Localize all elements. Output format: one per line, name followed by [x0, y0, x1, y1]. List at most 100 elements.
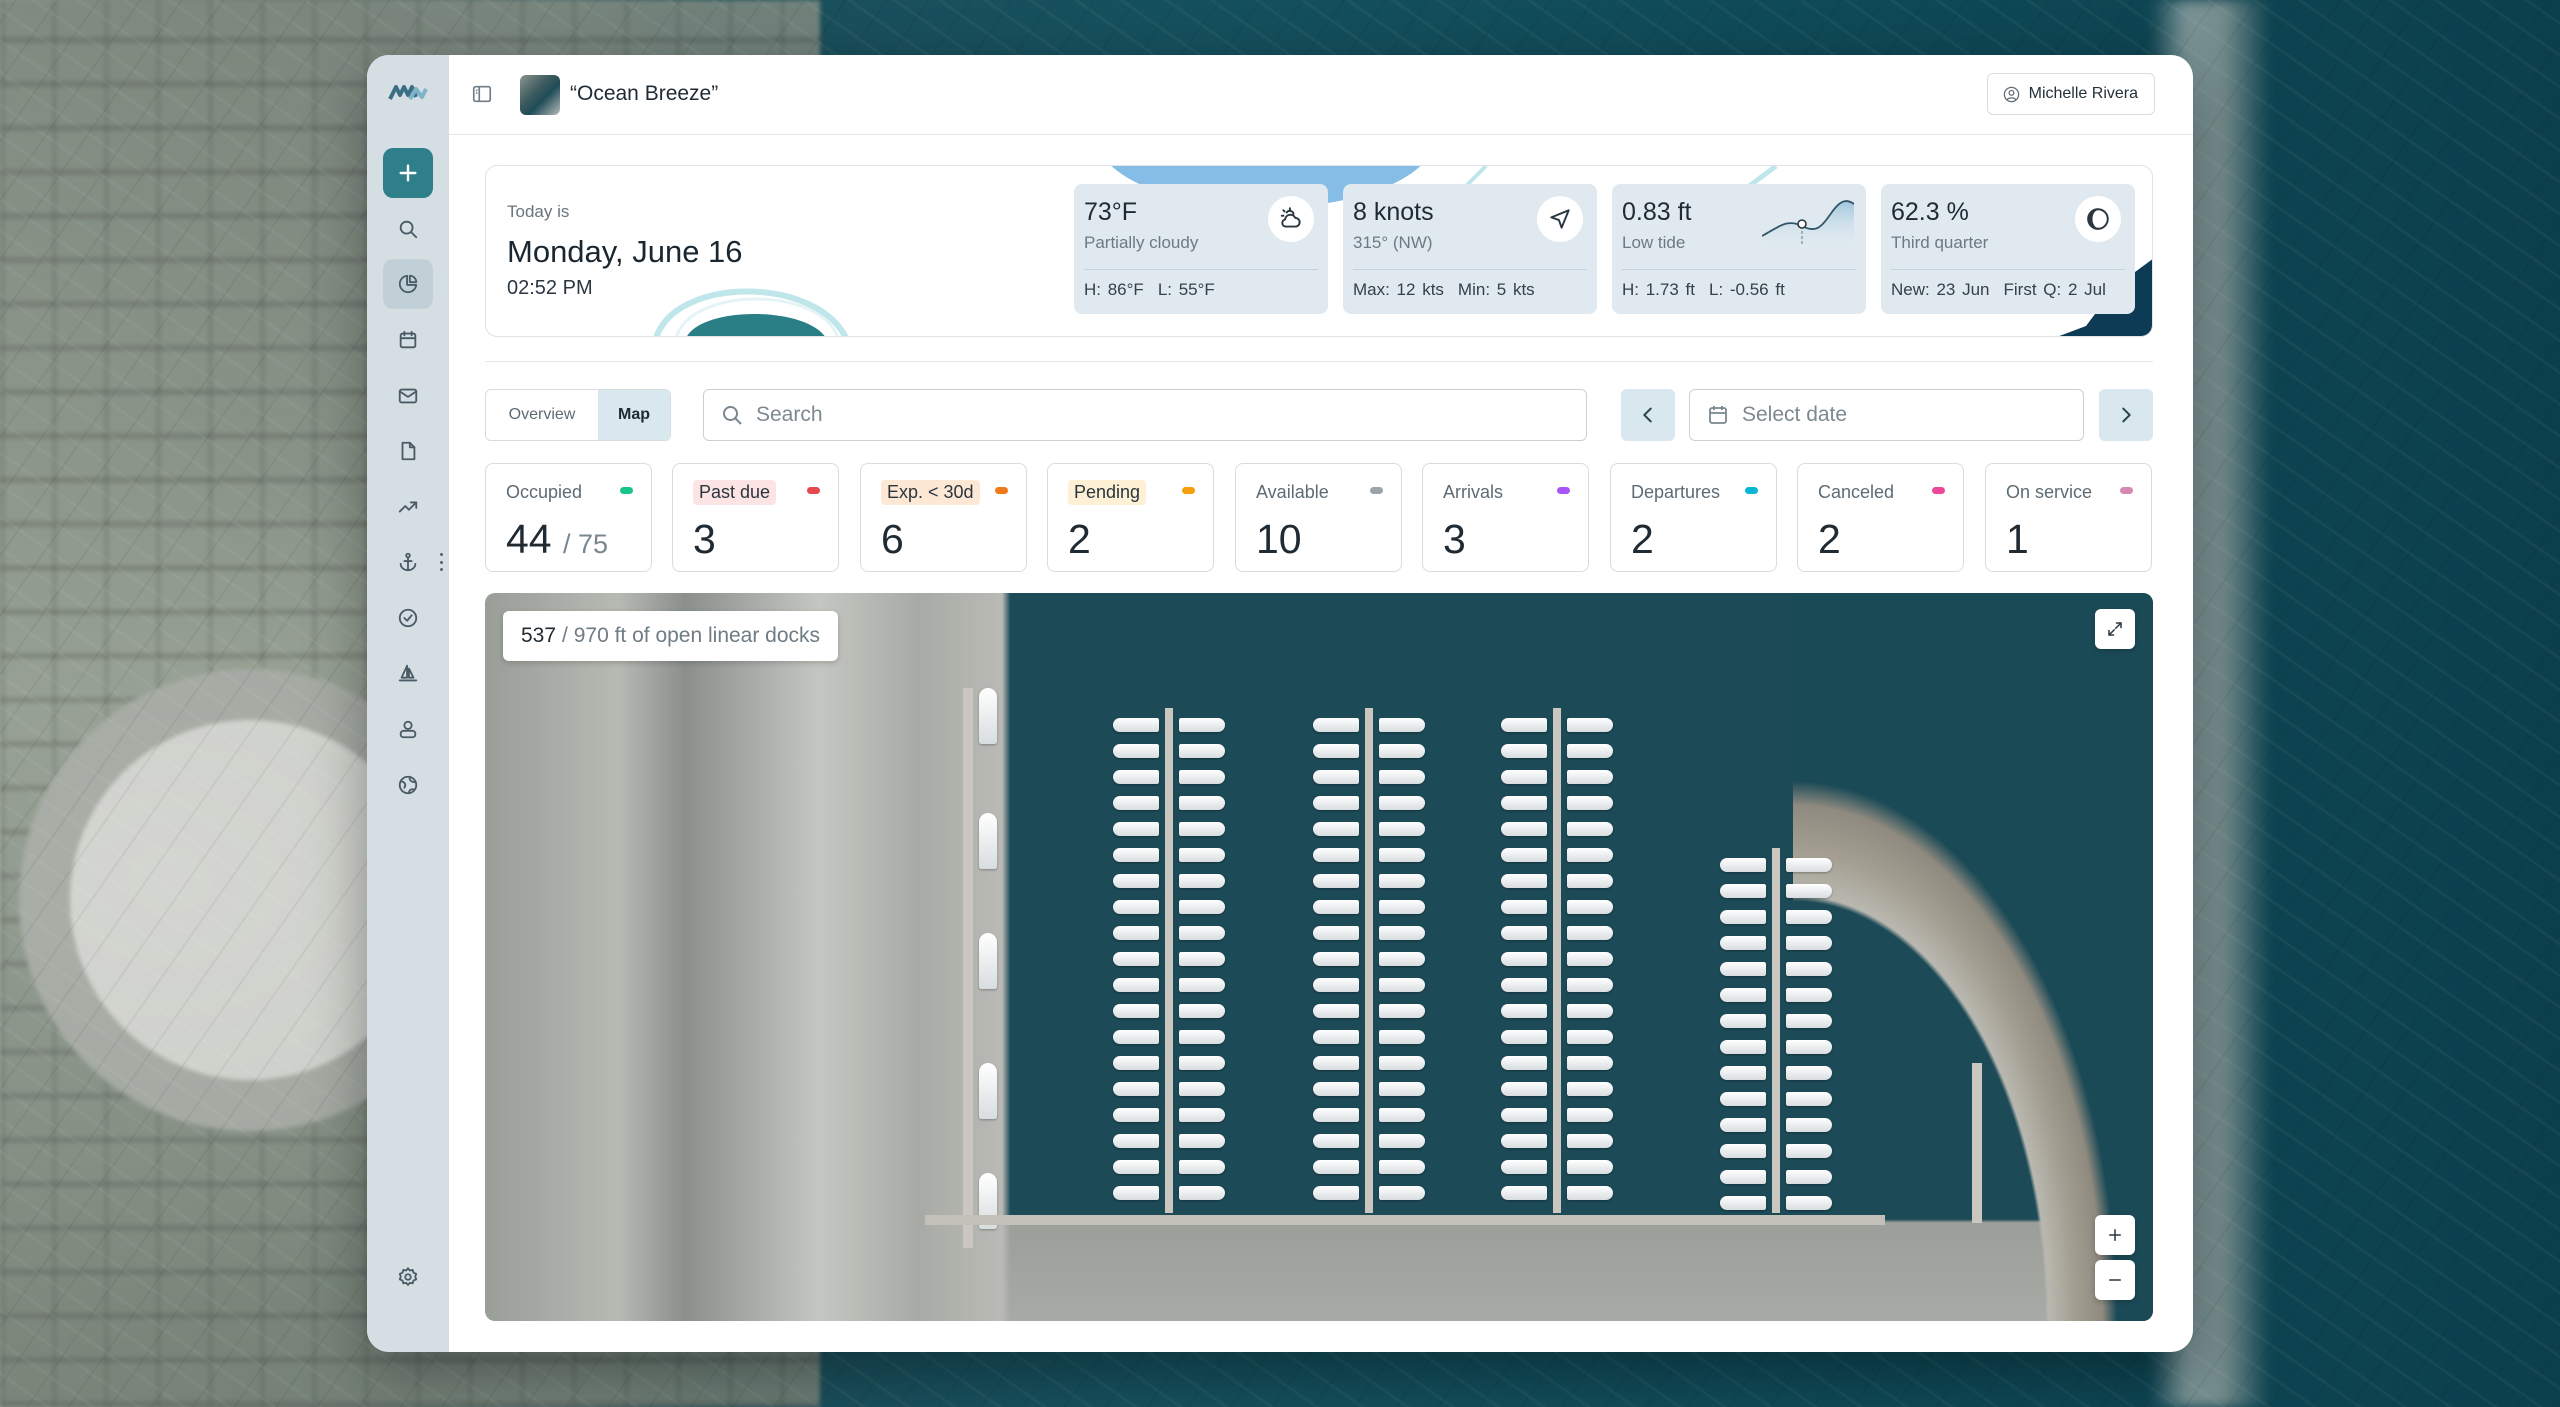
stat-value: 2 [1818, 516, 1841, 562]
sidebar-item-map[interactable] [383, 760, 433, 810]
temperature-high: H: 86°F [1084, 280, 1144, 299]
sidebar-item-berths[interactable] [383, 537, 433, 587]
moored-boat [1567, 1004, 1613, 1018]
stat-label: On service [2006, 482, 2093, 502]
moored-boat [1313, 1082, 1359, 1096]
date-picker-placeholder: Select date [1742, 403, 1848, 426]
zoom-out-button[interactable] [2095, 1260, 2135, 1300]
marina-map[interactable]: 537 / 970 ft of open linear docks [485, 593, 2153, 1321]
sidebar-item-tasks[interactable] [383, 593, 433, 643]
moored-boat [1501, 1004, 1547, 1018]
moored-boat [1313, 822, 1359, 836]
zoom-in-button[interactable] [2095, 1215, 2135, 1255]
moored-boat [1786, 910, 1832, 924]
moored-boat [1179, 1108, 1225, 1122]
moored-boat [1179, 822, 1225, 836]
sidebar-item-dashboard[interactable] [383, 259, 433, 309]
moored-boat [1567, 744, 1613, 758]
moored-boat [1720, 1040, 1766, 1054]
moored-boat [1720, 1170, 1766, 1184]
stat-card-available[interactable]: Available 10 [1235, 463, 1402, 572]
stat-card-canceled[interactable]: Canceled 2 [1797, 463, 1964, 572]
stat-color-dot [1932, 487, 1945, 494]
moored-boat [1313, 770, 1359, 784]
stat-card-past-due[interactable]: Past due 3 [672, 463, 839, 572]
today-time: 02:52 PM [507, 277, 593, 299]
moored-boat [1720, 1118, 1766, 1132]
new-button[interactable] [383, 148, 433, 198]
sidebar-item-vessels[interactable] [383, 649, 433, 699]
today-card: Today is Monday, June 16 02:52 PM 73°F P… [485, 165, 2153, 337]
previous-date-button[interactable] [1621, 389, 1675, 441]
stat-card-expiring[interactable]: Exp. < 30d 6 [860, 463, 1027, 572]
sidebar-toggle-button[interactable] [471, 83, 493, 105]
weather-tide-card: 0.83 ft Low tide H: 1.73 ft L: -0.56 ft [1612, 184, 1866, 314]
moored-boat [1567, 1134, 1613, 1148]
sidebar-resize-handle[interactable] [439, 553, 443, 571]
moored-boat [1379, 1030, 1425, 1044]
stat-card-occupied[interactable]: Occupied 44 / 75 [485, 463, 652, 572]
stat-card-arrivals[interactable]: Arrivals 3 [1422, 463, 1589, 572]
temperature-low: L: 55°F [1157, 280, 1215, 299]
search-icon [399, 220, 418, 239]
moored-boat [1313, 1134, 1359, 1148]
stat-color-dot [1182, 487, 1195, 494]
sidebar-item-customers[interactable] [383, 704, 433, 754]
sidebar-item-analytics[interactable] [383, 482, 433, 532]
dock-pier [963, 688, 973, 1248]
sidebar-item-settings[interactable] [383, 1252, 433, 1302]
moored-boat [1113, 1160, 1159, 1174]
pie-chart-icon [398, 274, 418, 294]
sidebar-item-documents[interactable] [383, 426, 433, 476]
user-name: Michelle Rivera [2028, 85, 2138, 102]
next-date-button[interactable] [2099, 389, 2153, 441]
search-icon [723, 406, 742, 425]
moored-boat [1501, 874, 1547, 888]
moored-boat [1113, 718, 1159, 732]
moored-boat [1179, 1056, 1225, 1070]
moored-boat [1313, 952, 1359, 966]
stat-color-dot [995, 487, 1008, 494]
stat-card-departures[interactable]: Departures 2 [1610, 463, 1777, 572]
stat-color-dot [2120, 487, 2133, 494]
weather-temperature-card: 73°F Partially cloudy H: 86°F L: 55°F [1074, 184, 1328, 314]
moored-boat [1313, 718, 1359, 732]
stat-card-pending[interactable]: Pending 2 [1047, 463, 1214, 572]
user-menu-button[interactable]: Michelle Rivera [1986, 73, 2155, 115]
calendar-icon [399, 330, 417, 349]
stat-card-on-service[interactable]: On service 1 [1985, 463, 2152, 572]
moored-boat [1313, 978, 1359, 992]
sidebar-item-mail[interactable] [383, 371, 433, 421]
date-picker[interactable]: Select date [1689, 389, 2084, 441]
moored-boat [1379, 1108, 1425, 1122]
moored-boat [1179, 770, 1225, 784]
sidebar-item-search[interactable] [383, 204, 433, 254]
moored-boat [1379, 1134, 1425, 1148]
moored-boat [1313, 926, 1359, 940]
tab-overview[interactable]: Overview [486, 390, 598, 440]
moored-boat [1179, 952, 1225, 966]
stat-color-dot [620, 487, 633, 494]
vessel-name: “Ocean Breeze” [570, 82, 719, 105]
moored-boat [1313, 1056, 1359, 1070]
stat-color-dot [1370, 487, 1383, 494]
moored-boat [1113, 978, 1159, 992]
moored-boat [1179, 796, 1225, 810]
search-input[interactable] [756, 403, 1556, 427]
moored-boat [1313, 744, 1359, 758]
fullscreen-button[interactable] [2095, 609, 2135, 649]
moored-boat [1720, 910, 1766, 924]
moored-boat [1113, 848, 1159, 862]
moored-boat [1379, 744, 1425, 758]
moon-new: New: 23 Jun [1891, 280, 1990, 299]
moored-boat [1501, 1160, 1547, 1174]
stat-value: 10 [1256, 516, 1302, 562]
minus-icon [2109, 1279, 2121, 1281]
moored-boat [1179, 978, 1225, 992]
tab-map[interactable]: Map [598, 390, 670, 440]
moored-boat [1786, 1066, 1832, 1080]
sidebar-item-calendar[interactable] [383, 315, 433, 365]
check-circle-icon [398, 608, 418, 628]
moored-boat [1501, 926, 1547, 940]
moored-boat [1567, 1160, 1613, 1174]
